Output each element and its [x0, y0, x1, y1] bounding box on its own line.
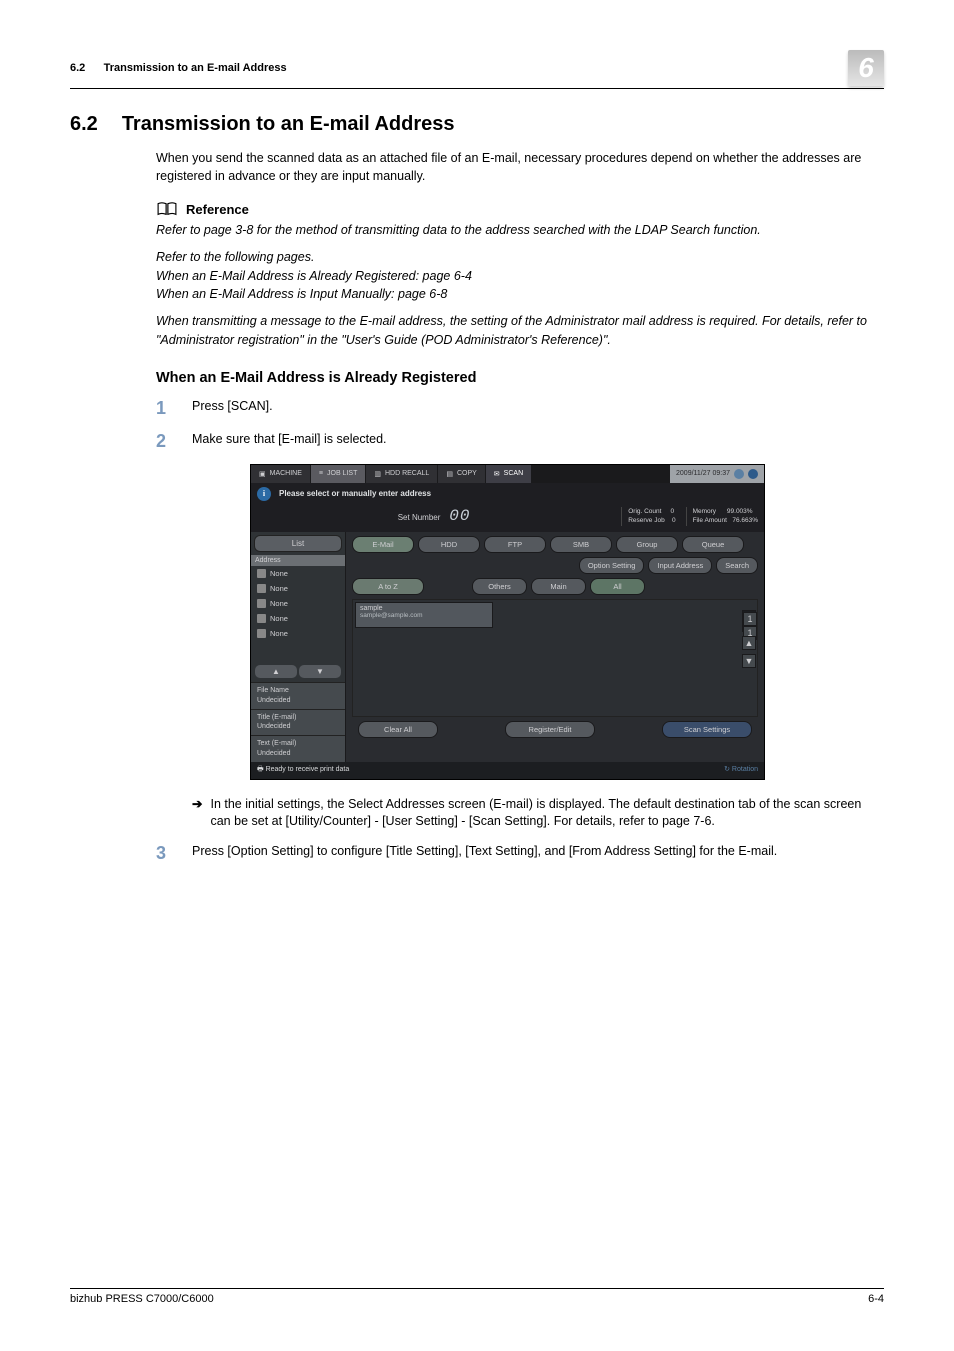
list-icon: ≡ [319, 470, 323, 477]
tab-machine[interactable]: ▣ MACHINE [251, 465, 311, 483]
step-number: 2 [156, 431, 174, 452]
header-section-title: Transmission to an E-mail Address [104, 62, 287, 74]
address-row[interactable]: None [251, 611, 345, 626]
info-icon: i [257, 487, 271, 501]
server-icon [257, 599, 266, 608]
step-number: 1 [156, 398, 174, 419]
datetime-label: 2009/11/27 09:37 [676, 470, 730, 477]
rotation-label: Rotation [732, 766, 758, 773]
tab-copy[interactable]: ▤ COPY [438, 465, 485, 483]
reference-line: When an E-Mail Address is Already Regist… [156, 269, 472, 283]
orig-count-value: 0 [671, 508, 675, 515]
tab-email[interactable]: E-Mail [352, 536, 414, 553]
address-row[interactable]: None [251, 581, 345, 596]
section-number: 6.2 [70, 113, 98, 136]
help-circle-icon[interactable] [748, 469, 758, 479]
step-note: In the initial settings, the Select Addr… [210, 796, 884, 831]
header-left: 6.2 Transmission to an E-mail Address [70, 62, 287, 74]
status-message: Ready to receive print data [266, 766, 350, 773]
address-header: Address [251, 555, 345, 566]
address-row[interactable]: None [251, 626, 345, 641]
register-edit-button[interactable]: Register/Edit [505, 721, 595, 738]
header-section-num: 6.2 [70, 62, 85, 74]
address-card[interactable]: sample sample@sample.com [355, 602, 493, 628]
copy-icon: ▤ [446, 470, 453, 478]
footer-page: 6-4 [868, 1293, 884, 1305]
tab-hddrecall[interactable]: ▥ HDD RECALL [366, 465, 438, 483]
scroll-up-button[interactable]: ▲ [742, 636, 756, 650]
printer-icon: 🖶 [257, 766, 264, 773]
memory-value: 99.003% [727, 508, 753, 515]
reference-line: Refer to the following pages. [156, 250, 314, 264]
scan-settings-button[interactable]: Scan Settings [662, 721, 752, 738]
status-circle-icon[interactable] [734, 469, 744, 479]
clear-all-button[interactable]: Clear All [358, 721, 438, 738]
tab-group[interactable]: Group [616, 536, 678, 553]
tab-scan[interactable]: ✉ SCAN [486, 465, 532, 483]
group-icon [257, 629, 266, 638]
input-address-button[interactable]: Input Address [648, 557, 712, 574]
address-row[interactable]: None [251, 566, 345, 581]
filter-main[interactable]: Main [531, 578, 586, 595]
step-text: Press [Option Setting] to configure [Tit… [192, 843, 884, 861]
subheading: When an E-Mail Address is Already Regist… [156, 370, 884, 386]
orig-count-label: Orig. Count [628, 508, 661, 515]
address-grid: sample sample@sample.com [352, 599, 758, 717]
tab-ftp[interactable]: FTP [484, 536, 546, 553]
title-meta[interactable]: Title (E-mail) Undecided [251, 709, 345, 736]
hdd-icon: ▥ [374, 470, 381, 478]
filter-all[interactable]: All [590, 578, 645, 595]
intro-paragraph: When you send the scanned data as an att… [156, 150, 884, 185]
rotation-icon: ↻ [724, 766, 730, 773]
step-text: Press [SCAN]. [192, 398, 884, 416]
section-title: Transmission to an E-mail Address [122, 113, 455, 136]
filter-atoz[interactable]: A to Z [352, 578, 424, 595]
folder-icon [257, 584, 266, 593]
tab-joblist[interactable]: ≡ JOB LIST [311, 465, 366, 483]
card-subtitle: sample@sample.com [360, 612, 488, 619]
filter-others[interactable]: Others [472, 578, 527, 595]
step-text: Make sure that [E-mail] is selected. [192, 431, 884, 449]
file-amount-value: 76.663% [732, 517, 758, 524]
list-button[interactable]: List [254, 535, 342, 552]
scan-icon: ✉ [494, 470, 500, 478]
page-counter: 1 1 [742, 610, 756, 632]
reserve-job-label: Reserve Job [628, 517, 665, 524]
footer-product: bizhub PRESS C7000/C6000 [70, 1293, 214, 1305]
card-title: sample [360, 605, 488, 612]
tab-queue[interactable]: Queue [682, 536, 744, 553]
device-screenshot: ▣ MACHINE ≡ JOB LIST ▥ HDD RECALL ▤ COPY… [250, 464, 765, 780]
book-icon [156, 201, 178, 217]
nav-up-button[interactable]: ▲ [255, 665, 297, 678]
filename-meta[interactable]: File Name Undecided [251, 682, 345, 709]
reference-line: When an E-Mail Address is Input Manually… [156, 287, 447, 301]
chapter-badge: 6 [848, 50, 884, 86]
reference-line: Refer to page 3-8 for the method of tran… [156, 221, 884, 240]
envelope-icon [257, 569, 266, 578]
smb-icon [257, 614, 266, 623]
set-number-label: Set Number [398, 513, 441, 522]
info-message: Please select or manually enter address [279, 489, 431, 498]
reserve-job-value: 0 [672, 517, 676, 524]
address-row[interactable]: None [251, 596, 345, 611]
set-number-value: 00 [449, 507, 470, 525]
arrow-icon: ➔ [192, 796, 202, 831]
memory-label: Memory [693, 508, 716, 515]
step-number: 3 [156, 843, 174, 864]
reference-heading: Reference [186, 202, 249, 217]
text-meta[interactable]: Text (E-mail) Undecided [251, 735, 345, 762]
machine-icon: ▣ [259, 470, 266, 478]
nav-down-button[interactable]: ▼ [299, 665, 341, 678]
search-button[interactable]: Search [716, 557, 758, 574]
tab-smb[interactable]: SMB [550, 536, 612, 553]
file-amount-label: File Amount [693, 517, 727, 524]
option-setting-button[interactable]: Option Setting [579, 557, 645, 574]
tab-hdd[interactable]: HDD [418, 536, 480, 553]
reference-line: When transmitting a message to the E-mai… [156, 312, 884, 350]
scroll-down-button[interactable]: ▼ [742, 654, 756, 668]
